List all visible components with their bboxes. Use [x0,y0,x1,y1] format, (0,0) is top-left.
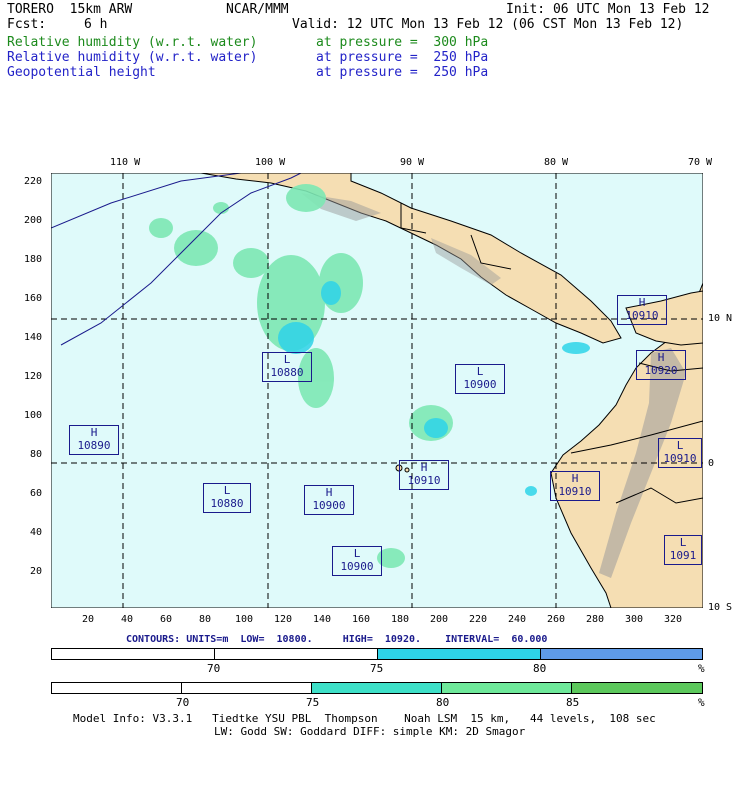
lat-label-10s: 10 S [708,602,733,613]
pressure-center: L 10900 [332,546,382,576]
weather-map [51,173,703,608]
x-tick-label: 240 [508,614,527,625]
x-tick-label: 180 [391,614,410,625]
pressure-center: H 10890 [69,425,119,455]
colorbar-tick: 70 [176,696,190,709]
field-2-name: Relative humidity (w.r.t. water) [7,50,258,65]
lat-label-equator: 0 [708,458,715,469]
x-tick-label: 220 [469,614,488,625]
x-tick-label: 160 [352,614,371,625]
x-tick-label: 280 [586,614,605,625]
x-tick-label: 100 [235,614,254,625]
colorbar-unit: % [698,662,705,675]
colorbar-segment [442,683,572,693]
contour-info: CONTOURS: UNITS=m LOW= 10800. HIGH= 1092… [126,634,548,645]
pressure-center: H 10910 [617,295,667,325]
y-tick-label: 60 [30,488,43,499]
y-tick-label: 200 [24,215,43,226]
x-tick-label: 200 [430,614,449,625]
pressure-center: H 10900 [304,485,354,515]
colorbar-tick: 75 [370,662,384,675]
y-tick-label: 80 [30,449,43,460]
valid-time: Valid: 12 UTC Mon 13 Feb 12 (06 CST Mon … [292,17,684,32]
colorbar-segment [378,649,541,659]
colorbar-segment [572,683,702,693]
y-tick-label: 40 [30,527,43,538]
colorbar-rh-250 [51,648,703,660]
y-tick-label: 120 [24,371,43,382]
x-tick-label: 40 [121,614,134,625]
model-name: TORERO 15km ARW [7,2,133,17]
x-tick-label: 60 [160,614,173,625]
lon-label-110w: 110 W [110,157,141,168]
y-tick-label: 100 [24,410,43,421]
forecast-label: Fcst: [7,17,47,32]
lat-label-10n: 10 N [708,313,733,324]
colorbar-tick: 80 [436,696,450,709]
y-tick-label: 220 [24,176,43,187]
colorbar-segment [312,683,442,693]
x-tick-label: 140 [313,614,332,625]
init-time: Init: 06 UTC Mon 13 Feb 12 [506,2,710,17]
colorbar-segment [52,649,215,659]
colorbar-segment [182,683,312,693]
pressure-center: L 10880 [203,483,251,513]
x-tick-label: 320 [664,614,683,625]
x-tick-label: 80 [199,614,212,625]
field-3-name: Geopotential height [7,65,156,80]
pressure-center: H 10920 [636,350,686,380]
x-tick-label: 260 [547,614,566,625]
colorbar-tick: 80 [533,662,547,675]
field-2-level: at pressure = 250 hPa [316,50,489,65]
pressure-center: H 10910 [550,471,600,501]
pressure-center: L 10880 [262,352,312,382]
y-tick-label: 140 [24,332,43,343]
forecast-hour: 6 h [84,17,108,32]
colorbar-tick: 70 [207,662,221,675]
lon-label-100w: 100 W [255,157,286,168]
pressure-center: L 10900 [455,364,505,394]
y-tick-label: 180 [24,254,43,265]
pressure-center: L 10910 [658,438,702,468]
lon-label-90w: 90 W [400,157,425,168]
lon-label-80w: 80 W [544,157,569,168]
colorbar-unit: % [698,696,705,709]
x-tick-label: 120 [274,614,293,625]
x-tick-label: 20 [82,614,95,625]
colorbar-rh-300 [51,682,703,694]
colorbar-segment [541,649,702,659]
x-tick-label: 300 [625,614,644,625]
lon-label-70w: 70 W [688,157,713,168]
organization: NCAR/MMM [226,2,289,17]
y-tick-label: 20 [30,566,43,577]
pressure-center: H 10910 [399,460,449,490]
colorbar-segment [215,649,378,659]
field-1-name: Relative humidity (w.r.t. water) [7,35,258,50]
y-tick-label: 160 [24,293,43,304]
field-1-level: at pressure = 300 hPa [316,35,489,50]
field-3-level: at pressure = 250 hPa [316,65,489,80]
model-info: Model Info: V3.3.1 Tiedtke YSU PBL Thomp… [73,712,656,725]
colorbar-tick: 85 [566,696,580,709]
physics-info: LW: Godd SW: Goddard DIFF: simple KM: 2D… [214,725,526,738]
colorbar-tick: 75 [306,696,320,709]
colorbar-segment [52,683,182,693]
pressure-center: L 1091 [664,535,702,565]
